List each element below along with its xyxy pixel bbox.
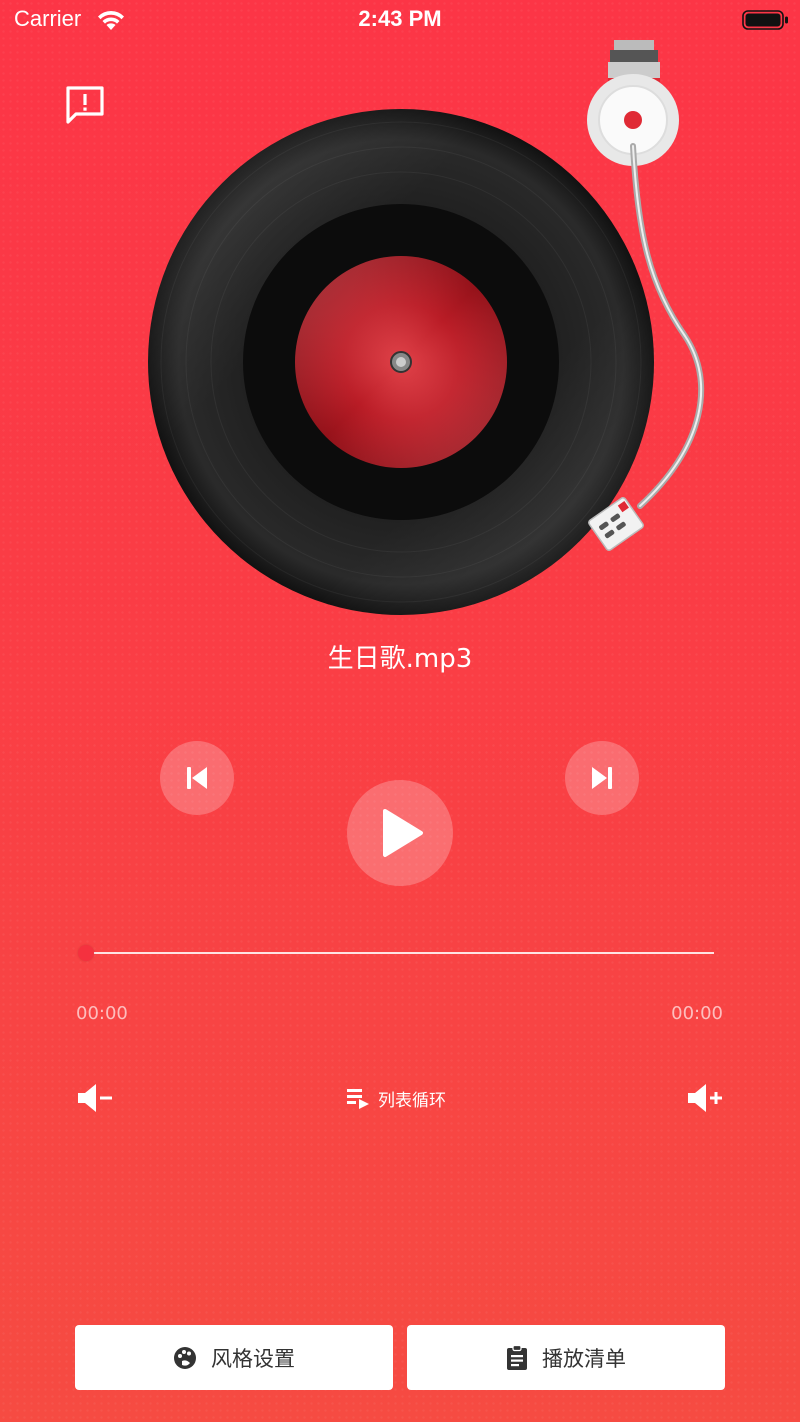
previous-button[interactable] bbox=[160, 741, 234, 815]
clipboard-icon bbox=[507, 1344, 527, 1370]
loop-mode-label: 列表循环 bbox=[378, 1090, 446, 1111]
next-button[interactable] bbox=[565, 741, 639, 815]
playlist-button[interactable]: 播放清单 bbox=[407, 1325, 725, 1390]
style-settings-button[interactable]: 风格设置 bbox=[75, 1325, 393, 1390]
palette-icon bbox=[174, 1346, 196, 1369]
battery-icon bbox=[742, 10, 788, 30]
song-title: 生日歌.mp3 bbox=[327, 644, 473, 674]
playlist-label: 播放清单 bbox=[542, 1346, 626, 1371]
style-settings-label: 风格设置 bbox=[211, 1346, 295, 1371]
skip-next-icon bbox=[592, 767, 612, 789]
total-time: 00:00 bbox=[671, 1003, 723, 1024]
progress-thumb[interactable] bbox=[78, 945, 94, 961]
feedback-icon[interactable] bbox=[64, 84, 106, 124]
play-icon bbox=[383, 809, 423, 857]
progress-track[interactable] bbox=[86, 952, 714, 954]
tonearm bbox=[587, 40, 705, 551]
loop-mode-button[interactable]: 列表循环 bbox=[346, 1084, 446, 1112]
skip-previous-icon bbox=[187, 767, 207, 789]
volume-up-icon[interactable] bbox=[686, 1082, 724, 1114]
volume-down-icon[interactable] bbox=[76, 1082, 114, 1114]
play-button[interactable] bbox=[347, 780, 453, 886]
playlist-loop-icon bbox=[347, 1089, 369, 1109]
clock: 2:43 PM bbox=[358, 6, 442, 31]
current-time: 00:00 bbox=[76, 1003, 128, 1024]
status-bar: Carrier 2:43 PM bbox=[0, 0, 800, 40]
